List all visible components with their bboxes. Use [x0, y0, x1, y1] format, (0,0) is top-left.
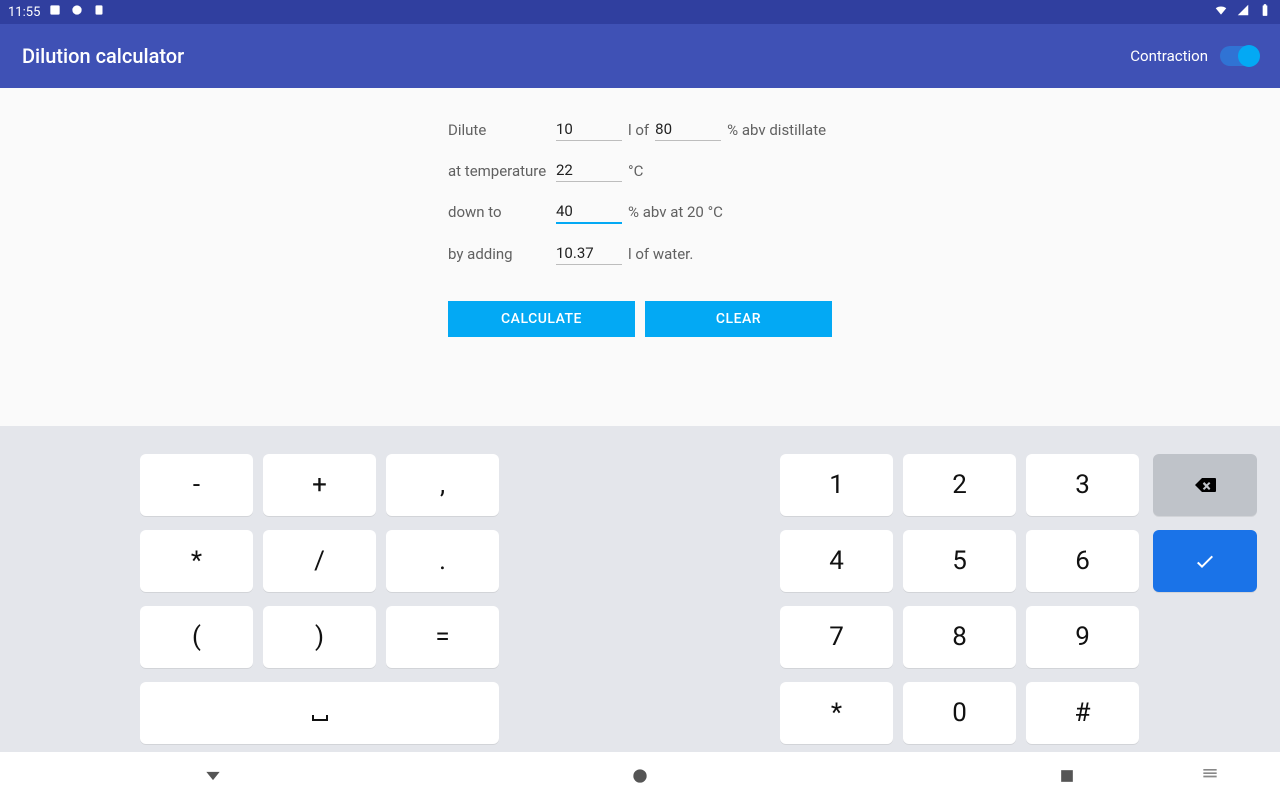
app-bar: Dilution calculator Contraction [0, 24, 1280, 88]
clear-button[interactable]: CLEAR [645, 301, 832, 337]
nav-back[interactable] [0, 766, 427, 786]
navigation-bar [0, 752, 1280, 800]
numeric-keyboard: - + , * / . ( ) = 1 2 3 4 5 6 7 8 9 * 0 … [0, 426, 1280, 752]
input-water[interactable] [556, 242, 622, 265]
battery-icon [1258, 3, 1272, 21]
key-9[interactable]: 9 [1026, 606, 1139, 668]
input-abv-out[interactable] [556, 200, 622, 224]
key-comma[interactable]: , [386, 454, 499, 516]
key-1[interactable]: 1 [780, 454, 893, 516]
main-content: Dilute l of % abv distillate at temperat… [0, 88, 1280, 337]
key-dot[interactable]: . [386, 530, 499, 592]
input-volume[interactable] [556, 118, 622, 141]
input-temperature[interactable] [556, 159, 622, 182]
status-app-icon-3 [92, 3, 106, 21]
key-8[interactable]: 8 [903, 606, 1016, 668]
key-backspace[interactable] [1153, 454, 1257, 516]
key-equals[interactable]: = [386, 606, 499, 668]
calculate-button[interactable]: CALCULATE [448, 301, 635, 337]
key-lparen[interactable]: ( [140, 606, 253, 668]
key-slash[interactable]: / [263, 530, 376, 592]
page-title: Dilution calculator [22, 44, 184, 68]
label-abv-at-20c: % abv at 20 °C [628, 203, 723, 221]
key-asterisk[interactable]: * [780, 682, 893, 744]
key-space[interactable] [140, 682, 499, 744]
label-l-of: l of [628, 121, 649, 139]
key-hash[interactable]: # [1026, 682, 1139, 744]
key-enter[interactable] [1153, 530, 1257, 592]
key-plus[interactable]: + [263, 454, 376, 516]
key-rparen[interactable]: ) [263, 606, 376, 668]
label-down-to: down to [448, 203, 556, 221]
label-temperature: at temperature [448, 162, 556, 180]
wifi-icon [1214, 3, 1228, 21]
key-minus[interactable]: - [140, 454, 253, 516]
key-5[interactable]: 5 [903, 530, 1016, 592]
key-2[interactable]: 2 [903, 454, 1016, 516]
key-3[interactable]: 3 [1026, 454, 1139, 516]
nav-home[interactable] [427, 766, 854, 786]
label-l-of-water: l of water. [628, 245, 693, 263]
label-abv-distillate: % abv distillate [727, 121, 826, 139]
contraction-toggle[interactable] [1220, 46, 1258, 66]
status-app-icon-2 [70, 3, 84, 21]
input-abv-in[interactable] [655, 118, 721, 141]
key-4[interactable]: 4 [780, 530, 893, 592]
label-by-adding: by adding [448, 245, 556, 263]
key-6[interactable]: 6 [1026, 530, 1139, 592]
signal-icon [1236, 3, 1250, 21]
status-app-icon-1 [48, 3, 62, 21]
clock: 11:55 [8, 5, 40, 20]
key-7[interactable]: 7 [780, 606, 893, 668]
keyboard-switch-icon[interactable] [1200, 764, 1220, 788]
key-0[interactable]: 0 [903, 682, 1016, 744]
key-star[interactable]: * [140, 530, 253, 592]
contraction-label: Contraction [1130, 47, 1208, 65]
label-degree-c: °C [628, 162, 643, 180]
label-dilute: Dilute [448, 121, 556, 139]
status-bar: 11:55 [0, 0, 1280, 24]
